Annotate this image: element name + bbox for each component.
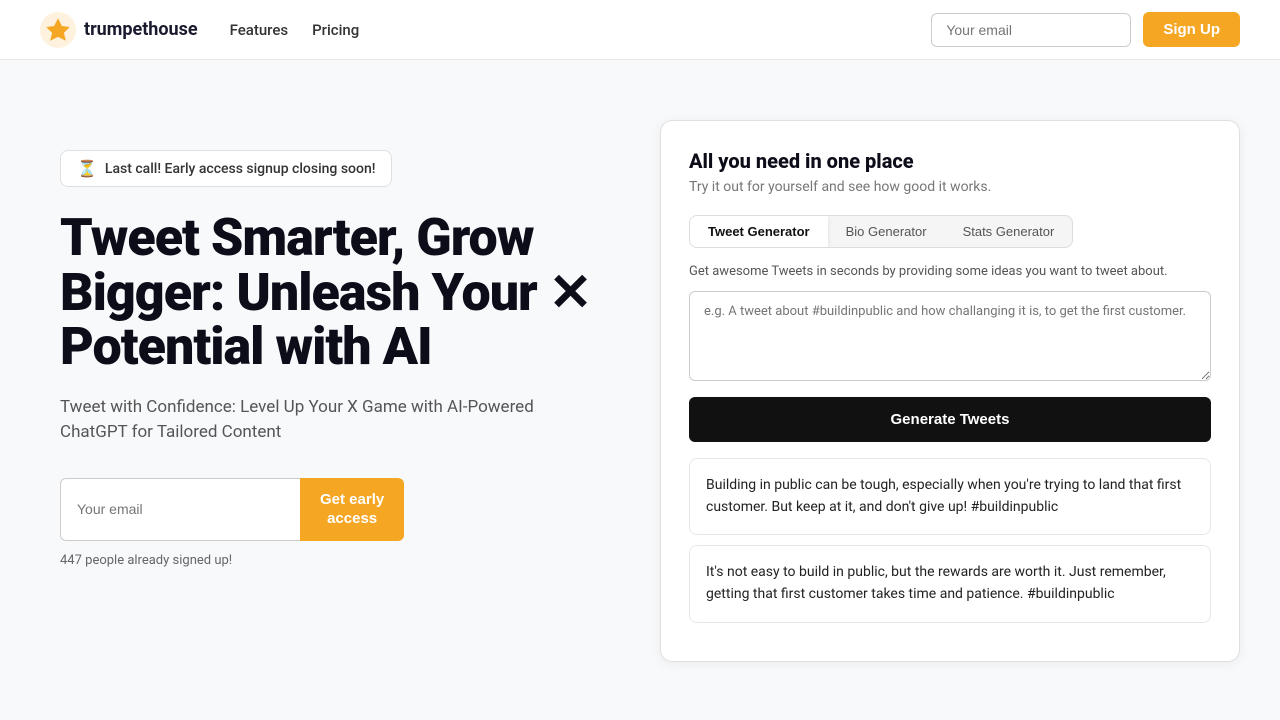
early-access-badge: ⏳ Last call! Early access signup closing… (60, 150, 392, 187)
demo-description: Get awesome Tweets in seconds by providi… (689, 264, 1211, 279)
demo-card: All you need in one place Try it out for… (660, 120, 1240, 662)
tabs: Tweet Generator Bio Generator Stats Gene… (689, 215, 1073, 248)
hero-title-line1: Tweet Smarter, Grow (60, 207, 534, 268)
cta-line2: access (327, 510, 377, 527)
hero-subtitle: Tweet with Confidence: Level Up Your X G… (60, 395, 540, 446)
hero-title-line3: Potential with AI (60, 316, 432, 377)
get-early-access-button[interactable]: Get early access (300, 478, 404, 541)
nav-features[interactable]: Features (230, 21, 288, 39)
result-card-1: Building in public can be tough, especia… (689, 458, 1211, 535)
hourglass-icon: ⏳ (77, 159, 97, 178)
hero-email-input[interactable] (60, 478, 300, 541)
result-card-2: It's not easy to build in public, but th… (689, 545, 1211, 622)
cta-line1: Get early (320, 491, 384, 508)
email-cta: Get early access (60, 478, 620, 541)
tab-bio-generator[interactable]: Bio Generator (828, 216, 945, 247)
nav-right: Sign Up (931, 12, 1240, 47)
hero-right: All you need in one place Try it out for… (660, 120, 1240, 662)
tab-stats-generator[interactable]: Stats Generator (945, 216, 1073, 247)
hero-title-line2: Bigger: Unleash Your ✕ (60, 262, 591, 323)
logo[interactable]: trumpethouse (40, 12, 198, 48)
tab-tweet-generator[interactable]: Tweet Generator (690, 216, 828, 247)
logo-icon (40, 12, 76, 48)
hero-title: Tweet Smarter, Grow Bigger: Unleash Your… (60, 211, 620, 375)
badge-text: Last call! Early access signup closing s… (105, 161, 376, 177)
nav-signup-button[interactable]: Sign Up (1143, 12, 1240, 47)
result-text-2: It's not easy to build in public, but th… (706, 564, 1166, 602)
navbar: trumpethouse Features Pricing Sign Up (0, 0, 1280, 60)
brand-name: trumpethouse (84, 19, 198, 40)
demo-card-title: All you need in one place (689, 149, 1211, 173)
nav-left: trumpethouse Features Pricing (40, 12, 359, 48)
signup-count: 447 people already signed up! (60, 553, 620, 568)
nav-pricing[interactable]: Pricing (312, 21, 359, 39)
demo-textarea[interactable] (689, 291, 1211, 381)
nav-links: Features Pricing (230, 20, 360, 39)
generate-tweets-button[interactable]: Generate Tweets (689, 397, 1211, 442)
hero-section: ⏳ Last call! Early access signup closing… (0, 60, 1280, 702)
result-text-1: Building in public can be tough, especia… (706, 477, 1181, 515)
hero-left: ⏳ Last call! Early access signup closing… (60, 120, 620, 568)
nav-email-input[interactable] (931, 13, 1131, 47)
demo-card-subtitle: Try it out for yourself and see how good… (689, 179, 1211, 195)
